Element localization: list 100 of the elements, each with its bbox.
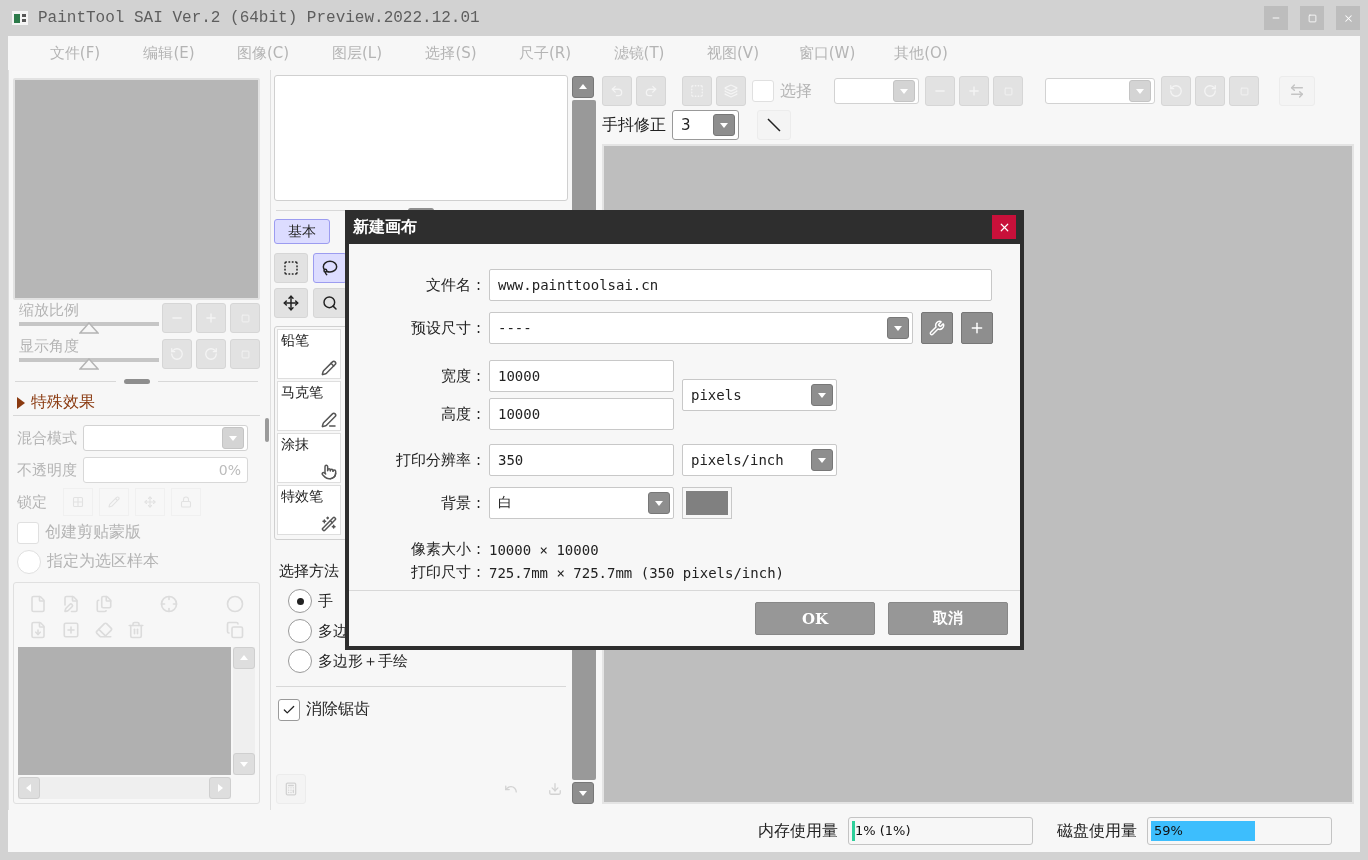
- scroll-left-button[interactable]: [18, 777, 40, 799]
- scroll-down-button[interactable]: [572, 782, 594, 804]
- lock-label: 锁定: [17, 492, 47, 512]
- zoom-in-button[interactable]: [959, 76, 989, 106]
- clipping-checkbox[interactable]: [17, 521, 39, 544]
- disk-usage-label: 磁盘使用量: [1057, 820, 1137, 842]
- trash-icon: [127, 621, 146, 639]
- tool-button[interactable]: [274, 288, 308, 318]
- brush-cell[interactable]: 马克笔: [277, 381, 341, 431]
- zoom-out-button[interactable]: [925, 76, 955, 106]
- pen-layer-icon: [62, 595, 81, 613]
- blend-mode-select[interactable]: [83, 425, 248, 451]
- tool-button[interactable]: [313, 288, 347, 318]
- scroll-up-button[interactable]: [572, 76, 594, 98]
- brush-cell[interactable]: 涂抹: [277, 433, 341, 483]
- zoom-out-button[interactable]: [162, 303, 192, 333]
- zoom-in-button[interactable]: [196, 303, 226, 333]
- add-square-icon: [62, 621, 81, 639]
- brush-cell[interactable]: 特效笔: [277, 485, 341, 535]
- info-label: 像素大小 :: [410, 540, 481, 559]
- search-icon: [322, 295, 338, 311]
- close-button[interactable]: [992, 215, 1016, 239]
- field-label: 高度 :: [440, 404, 481, 424]
- method-radio[interactable]: [288, 589, 312, 613]
- save-icon: [548, 782, 562, 796]
- rotate-right-button[interactable]: [196, 339, 226, 369]
- memory-usage-label: 内存使用量: [758, 820, 838, 842]
- move-icon: [283, 295, 299, 311]
- stabilizer-label: 手抖修正: [602, 114, 666, 136]
- height-field[interactable]: 10000: [489, 398, 674, 430]
- method-radio[interactable]: [288, 619, 312, 643]
- undo-button[interactable]: [602, 76, 632, 106]
- size-unit-select[interactable]: pixels: [682, 379, 837, 411]
- app-icon: [12, 11, 28, 25]
- new-layer-icon: [29, 595, 48, 613]
- slider-thumb[interactable]: [79, 357, 99, 370]
- reset-angle-button[interactable]: [1229, 76, 1259, 106]
- selection-source-label: 指定为选区样本: [47, 551, 159, 572]
- tool-tab[interactable]: 基本: [274, 219, 330, 244]
- caret-icon: [229, 435, 237, 441]
- wand-icon: [321, 516, 337, 532]
- deselect-button[interactable]: [682, 76, 712, 106]
- file-name-field[interactable]: www.painttoolsai.cn: [489, 269, 992, 301]
- effects-toggle[interactable]: 特殊效果: [13, 390, 260, 416]
- clipping-label: 创建剪贴蒙版: [45, 522, 141, 543]
- invert-selection-button[interactable]: [716, 76, 746, 106]
- edit-preset-button[interactable]: [921, 312, 953, 344]
- brush-settings-button[interactable]: [276, 774, 306, 804]
- reset-zoom-button[interactable]: [993, 76, 1023, 106]
- add-preset-button[interactable]: [961, 312, 993, 344]
- blend-mode-label: 混合模式: [17, 428, 77, 448]
- crosshair-icon: [160, 595, 179, 613]
- selection-source-radio[interactable]: [17, 549, 41, 574]
- info-label: 打印尺寸 :: [410, 563, 481, 582]
- tool-button[interactable]: [313, 253, 347, 283]
- method-label: 多边形＋手绘: [318, 651, 408, 671]
- angle-select[interactable]: [1045, 78, 1155, 104]
- selection-checkbox[interactable]: [752, 80, 774, 102]
- reset-zoom-button[interactable]: [230, 303, 260, 333]
- line-icon: [766, 117, 782, 133]
- horizontal-scrollbar[interactable]: [18, 777, 231, 799]
- background-color-swatch[interactable]: [682, 487, 732, 519]
- field-label: 背景 :: [440, 493, 481, 513]
- slider-thumb[interactable]: [79, 321, 99, 334]
- slider-label: 缩放比例: [19, 300, 80, 320]
- memory-reading: 1% (1%): [855, 823, 911, 838]
- minimize-button[interactable]: [1264, 6, 1288, 30]
- background-select[interactable]: 白: [489, 487, 674, 519]
- flip-button[interactable]: [1279, 76, 1315, 106]
- preset-select[interactable]: ----: [489, 312, 913, 344]
- scroll-right-button[interactable]: [209, 777, 231, 799]
- rotate-right-button[interactable]: [1195, 76, 1225, 106]
- line-tool-button[interactable]: [757, 110, 791, 140]
- maximize-button[interactable]: [1300, 6, 1324, 30]
- swap-arrows-icon: [1289, 83, 1305, 99]
- stabilizer-select[interactable]: 3: [672, 110, 739, 140]
- splitter-handle[interactable]: [265, 418, 269, 442]
- up-arrow-icon: [240, 654, 248, 662]
- width-field[interactable]: 10000: [489, 360, 674, 392]
- resolution-unit-select[interactable]: pixels/inch: [682, 444, 837, 476]
- antialias-checkbox[interactable]: [278, 698, 300, 721]
- finger-icon: [321, 464, 337, 480]
- panel-handle[interactable]: [123, 378, 150, 384]
- window-title: PaintTool SAI Ver.2 (64bit) Preview.2022.12.01: [38, 9, 480, 27]
- field-label: 文件名 :: [425, 275, 481, 295]
- selection-label: 选择: [780, 80, 812, 102]
- method-radio[interactable]: [288, 649, 312, 673]
- caret-icon: [1136, 88, 1144, 94]
- rotate-left-button[interactable]: [1161, 76, 1191, 106]
- reset-angle-button[interactable]: [230, 339, 260, 369]
- zoom-select[interactable]: [834, 78, 919, 104]
- resolution-field[interactable]: 350: [489, 444, 674, 476]
- wrench-icon: [929, 320, 945, 336]
- rotate-left-button[interactable]: [162, 339, 192, 369]
- caret-icon: [900, 88, 908, 94]
- calculator-icon: [284, 782, 298, 796]
- antialias-label: 消除锯齿: [306, 699, 370, 720]
- down-arrow-icon: [579, 789, 587, 797]
- brush-cell[interactable]: 铅笔: [277, 329, 341, 379]
- redo-button[interactable]: [636, 76, 666, 106]
